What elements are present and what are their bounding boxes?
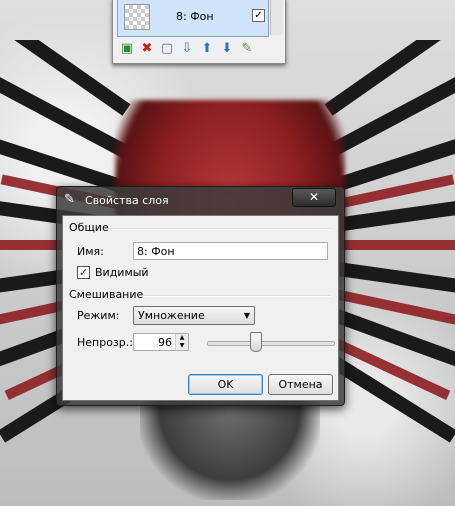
- ok-button[interactable]: OK: [188, 374, 263, 395]
- spin-up-icon[interactable]: ▲: [176, 334, 188, 342]
- brush-icon: ✎: [64, 192, 75, 207]
- blend-mode-select[interactable]: Умножение ▼: [133, 306, 255, 325]
- layer-name: 8: Фон: [176, 10, 214, 23]
- add-layer-icon[interactable]: ▣: [119, 41, 135, 57]
- layer-visibility-checkbox[interactable]: ✓: [252, 9, 265, 22]
- merge-down-icon[interactable]: ⇩: [179, 41, 195, 57]
- cancel-button[interactable]: Отмена: [268, 374, 333, 395]
- close-button[interactable]: ✕: [292, 188, 336, 207]
- move-up-icon[interactable]: ⬆: [199, 41, 215, 57]
- dialog-title: Свойства слоя: [85, 194, 169, 207]
- dialog-content: Общие Имя: 8: Фон ✓ Видимый Смешивание Р…: [62, 215, 339, 401]
- visible-label[interactable]: Видимый: [95, 266, 149, 279]
- layers-panel: 8: Фон ✓ ▣ ✖ ▢ ⇩ ⬆ ⬇ ✎: [112, 0, 286, 64]
- opacity-slider-thumb[interactable]: [249, 332, 262, 352]
- mode-label: Режим:: [77, 309, 120, 322]
- blending-group-label: Смешивание: [69, 288, 144, 301]
- general-group-label: Общие: [69, 221, 109, 234]
- layers-scrollbar[interactable]: [270, 0, 283, 35]
- opacity-spin-buttons: ▲ ▼: [175, 334, 188, 350]
- opacity-slider-track[interactable]: [207, 341, 335, 346]
- opacity-spinbox[interactable]: 96 ▲ ▼: [133, 333, 189, 351]
- duplicate-layer-icon[interactable]: ▢: [159, 41, 175, 57]
- layer-thumbnail: [124, 4, 150, 30]
- blending-group-separator: [143, 295, 331, 297]
- layer-properties-dialog: ✎ Свойства слоя ✕ Общие Имя: 8: Фон ✓ Ви…: [56, 186, 345, 406]
- general-group-separator: [111, 228, 331, 230]
- spin-down-icon[interactable]: ▼: [176, 342, 188, 350]
- blend-mode-value: Умножение: [138, 309, 205, 322]
- layer-row[interactable]: 8: Фон ✓: [117, 0, 269, 37]
- delete-layer-icon[interactable]: ✖: [139, 41, 155, 57]
- chevron-down-icon: ▼: [243, 311, 250, 320]
- properties-icon[interactable]: ✎: [239, 41, 255, 57]
- name-label: Имя:: [77, 245, 104, 258]
- name-input[interactable]: 8: Фон: [133, 242, 328, 260]
- opacity-value: 96: [158, 336, 172, 349]
- dialog-titlebar[interactable]: ✎ Свойства слоя ✕: [57, 187, 344, 215]
- layers-toolbar: ▣ ✖ ▢ ⇩ ⬆ ⬇ ✎: [119, 41, 255, 59]
- opacity-label: Непрозр.:: [77, 336, 133, 349]
- visible-checkbox[interactable]: ✓: [77, 266, 90, 279]
- move-down-icon[interactable]: ⬇: [219, 41, 235, 57]
